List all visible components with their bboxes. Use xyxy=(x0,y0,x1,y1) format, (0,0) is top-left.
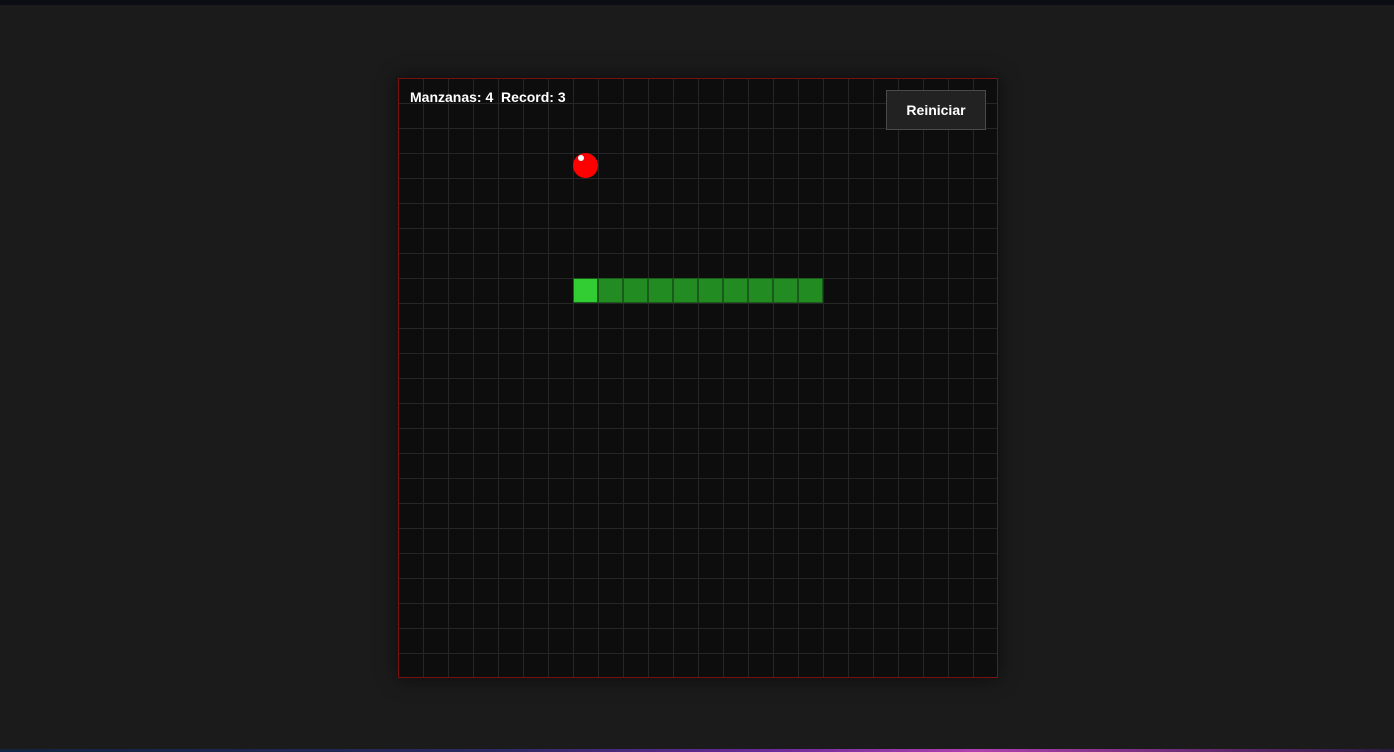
snake-segment xyxy=(773,278,798,303)
apple-shine xyxy=(578,155,584,161)
snake-segment xyxy=(723,278,748,303)
record-label: Record: xyxy=(501,89,554,105)
snake-segment xyxy=(648,278,673,303)
score-display: Manzanas: 4 Record: 3 xyxy=(410,89,566,105)
game-board[interactable]: Manzanas: 4 Record: 3 Reiniciar xyxy=(398,78,998,678)
apples-count: 4 xyxy=(485,89,494,105)
apple xyxy=(573,153,598,178)
snake-segment xyxy=(748,278,773,303)
snake-head xyxy=(573,278,598,303)
restart-button[interactable]: Reiniciar xyxy=(886,90,986,130)
snake-segment xyxy=(598,278,623,303)
snake-segment xyxy=(798,278,823,303)
snake-segment xyxy=(623,278,648,303)
apples-label: Manzanas: xyxy=(410,89,482,105)
snake-segment xyxy=(698,278,723,303)
snake-segment xyxy=(673,278,698,303)
record-value: 3 xyxy=(557,89,566,105)
